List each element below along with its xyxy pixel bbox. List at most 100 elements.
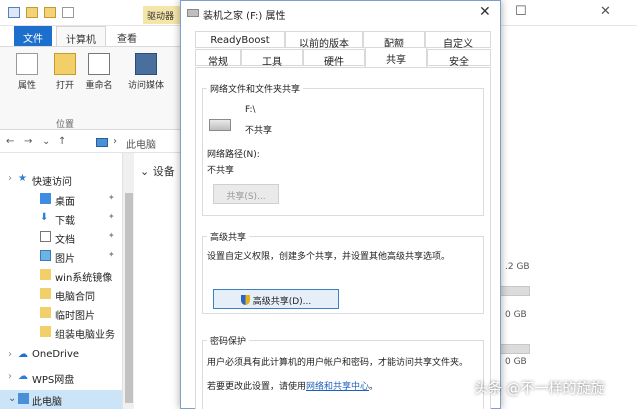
folder-icon xyxy=(40,326,51,337)
rename-button[interactable]: 重命名 xyxy=(84,53,114,91)
access-media-button[interactable]: 访问媒体 xyxy=(126,53,166,91)
tab-general[interactable]: 常规 xyxy=(195,49,241,68)
new-folder-quick-icon[interactable] xyxy=(44,7,56,18)
collapse-chevron-icon[interactable]: ⌄ xyxy=(8,393,16,404)
drive-size-label: 0 GB xyxy=(505,310,527,320)
pictures-icon xyxy=(40,250,51,261)
expand-chevron-icon[interactable]: › xyxy=(8,173,12,184)
desktop-icon xyxy=(40,193,51,204)
pin-icon: ✦ xyxy=(108,231,115,240)
nav-onedrive[interactable]: › ☁ OneDrive xyxy=(0,346,122,365)
devices-section-heading[interactable]: ⌄ 设备 xyxy=(140,163,175,179)
drive-usage-bar xyxy=(500,344,530,354)
expand-chevron-icon[interactable]: › xyxy=(8,349,12,360)
folder-icon xyxy=(40,288,51,299)
sharing-panel: 网络文件和文件夹共享 F:\ 不共享 网络路径(N): 不共享 共享(S)...… xyxy=(195,67,491,409)
quick-access-toolbar-icon[interactable] xyxy=(62,7,74,18)
tab-computer[interactable]: 计算机 xyxy=(56,26,106,46)
property-tabs: ReadyBoost 以前的版本 配额 自定义 常规 工具 硬件 共享 安全 xyxy=(195,31,491,68)
tab-sharing[interactable]: 共享 xyxy=(365,47,427,68)
network-sharing-center-link[interactable]: 网络和共享中心 xyxy=(306,382,369,392)
tab-customize[interactable]: 自定义 xyxy=(425,31,491,50)
rename-icon xyxy=(88,53,110,75)
properties-button[interactable]: 属性 xyxy=(12,53,42,91)
dialog-titlebar: 装机之家 (F:) 属性 ✕ xyxy=(181,1,500,25)
advanced-sharing-description: 设置自定义权限，创建多个共享，并设置其他高级共享选项。 xyxy=(207,252,451,262)
nav-folder-pc-business[interactable]: 组装电脑业务 xyxy=(0,323,122,342)
nav-quick-access[interactable]: › ★ 快速访问 xyxy=(0,170,122,189)
document-icon xyxy=(40,231,51,242)
tab-security[interactable]: 安全 xyxy=(427,49,491,68)
tab-previous-versions[interactable]: 以前的版本 xyxy=(285,31,363,50)
nav-downloads[interactable]: ⬇ 下载 ✦ xyxy=(0,209,122,228)
drive-icon xyxy=(187,9,199,17)
drive-properties-dialog: 装机之家 (F:) 属性 ✕ ReadyBoost 以前的版本 配额 自定义 常… xyxy=(180,0,501,409)
tab-view[interactable]: 查看 xyxy=(108,26,146,46)
nav-folder-contracts[interactable]: 电脑合同 xyxy=(0,285,122,304)
navigation-pane: › ★ 快速访问 桌面 ✦ ⬇ 下载 ✦ 文档 ✦ 图片 ✦ win系统镜像 电… xyxy=(0,160,122,409)
pin-icon: ✦ xyxy=(108,212,115,221)
group-title: 密码保护 xyxy=(207,334,250,347)
media-icon xyxy=(135,53,157,75)
password-protection-group: 密码保护 用户必须具有此计算机的用户帐户和密码，才能访问共享文件夹。 若要更改此… xyxy=(202,334,484,409)
cloud-icon: ☁ xyxy=(18,349,28,360)
tab-hardware[interactable]: 硬件 xyxy=(303,49,365,68)
drive-name: F:\ xyxy=(245,105,256,115)
dialog-title: 装机之家 (F:) 属性 xyxy=(203,11,286,22)
nav-documents[interactable]: 文档 ✦ xyxy=(0,228,122,247)
scrollbar-thumb[interactable] xyxy=(125,193,133,403)
password-protection-hint: 若要更改此设置，请使用网络和共享中心。 xyxy=(207,382,379,392)
nav-folder-win-image[interactable]: win系统镜像 xyxy=(0,266,122,285)
share-button[interactable]: 共享(S)... xyxy=(213,184,279,204)
close-icon[interactable]: ✕ xyxy=(479,4,491,20)
tab-file[interactable]: 文件 xyxy=(14,26,52,46)
advanced-sharing-group: 高级共享 设置自定义权限，创建多个共享，并设置其他高级共享选项。 高级共享(D)… xyxy=(202,230,484,314)
group-title: 网络文件和文件夹共享 xyxy=(207,82,304,95)
back-arrow-icon[interactable]: ← xyxy=(6,136,14,147)
download-icon: ⬇ xyxy=(40,212,49,223)
collapse-chevron-icon: ⌄ xyxy=(140,165,153,178)
computer-icon xyxy=(96,138,108,147)
network-path-value: 不共享 xyxy=(207,166,235,176)
nav-desktop[interactable]: 桌面 ✦ xyxy=(0,190,122,209)
up-arrow-icon[interactable]: ↑ xyxy=(58,136,66,147)
drive-size-label: 0 GB xyxy=(505,357,527,367)
network-sharing-group: 网络文件和文件夹共享 F:\ 不共享 网络路径(N): 不共享 共享(S)... xyxy=(202,82,484,216)
properties-icon xyxy=(16,53,38,75)
password-protection-text: 用户必须具有此计算机的用户帐户和密码，才能访问共享文件夹。 xyxy=(207,358,469,368)
navigation-scrollbar[interactable] xyxy=(122,153,134,409)
recent-chevron-icon[interactable]: ⌄ xyxy=(42,136,50,147)
open-button[interactable]: 打开 xyxy=(50,53,80,91)
cloud-icon: ☁ xyxy=(18,371,28,382)
advanced-sharing-button[interactable]: 高级共享(D)... xyxy=(213,289,339,309)
tab-tools[interactable]: 工具 xyxy=(241,49,303,68)
tab-quota[interactable]: 配额 xyxy=(363,31,425,50)
breadcrumb-this-pc[interactable]: 此电脑 xyxy=(126,136,156,151)
breadcrumb-separator-icon: › xyxy=(113,136,117,147)
ribbon-group-location: 位置 xyxy=(56,120,75,130)
ribbon-panel: 属性 打开 重命名 访问媒体 位置 xyxy=(0,46,180,130)
expand-chevron-icon[interactable]: › xyxy=(8,371,12,382)
drive-share-status: 不共享 xyxy=(245,126,273,136)
address-bar[interactable]: ← → ⌄ ↑ › 此电脑 xyxy=(0,131,180,153)
maximize-icon[interactable]: ☐ xyxy=(515,4,527,19)
close-icon[interactable]: ✕ xyxy=(600,4,611,19)
watermark: 头条 @不一样的旋旋 xyxy=(474,381,605,397)
drive-tools-context-tab[interactable]: 驱动器 xyxy=(143,6,181,24)
pin-icon: ✦ xyxy=(108,193,115,202)
folder-icon xyxy=(40,269,51,280)
folder-icon xyxy=(40,307,51,318)
nav-this-pc[interactable]: ⌄ 此电脑 xyxy=(0,390,122,409)
drive-size-label: .2 GB xyxy=(505,262,530,272)
tab-readyboost[interactable]: ReadyBoost xyxy=(195,31,285,48)
nav-folder-temp-images[interactable]: 临时图片 xyxy=(0,304,122,323)
group-title: 高级共享 xyxy=(207,230,250,243)
forward-arrow-icon[interactable]: → xyxy=(24,136,32,147)
pin-icon: ✦ xyxy=(108,250,115,259)
folder-open-icon xyxy=(54,53,76,75)
nav-pictures[interactable]: 图片 ✦ xyxy=(0,247,122,266)
network-path-label: 网络路径(N): xyxy=(207,150,260,160)
properties-quick-icon[interactable] xyxy=(26,7,38,18)
nav-wps-drive[interactable]: › ☁ WPS网盘 xyxy=(0,368,122,387)
uac-shield-icon xyxy=(240,295,250,305)
